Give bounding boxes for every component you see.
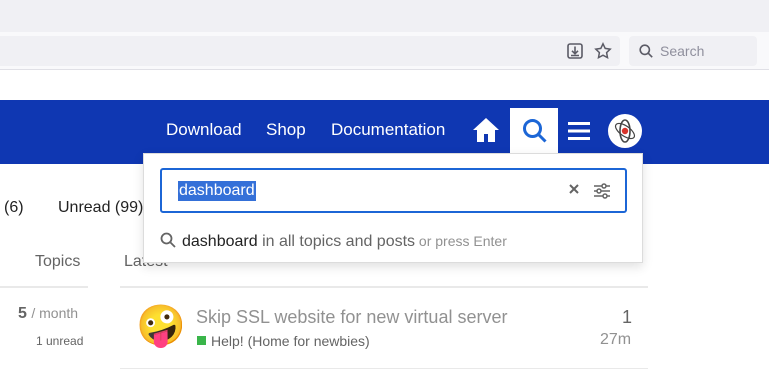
browser-toolbar: Search (0, 32, 769, 70)
topic-author-avatar[interactable]: 🤪 (136, 303, 186, 349)
topics-per-month-count: 5 (18, 305, 27, 322)
divider (120, 368, 648, 369)
search-suggestion[interactable]: dashboard in all topics and posts or pre… (160, 232, 507, 251)
divider (0, 286, 88, 288)
search-icon (160, 232, 176, 248)
category-color-badge (197, 336, 206, 345)
search-query-value: dashboard (178, 181, 256, 201)
topic-title-link[interactable]: Skip SSL website for new virtual server (196, 307, 507, 328)
topic-age[interactable]: 27m (600, 331, 631, 349)
filter-unread[interactable]: Unread (99) (58, 199, 143, 217)
download-icon[interactable] (566, 42, 584, 60)
advanced-search-sliders-icon[interactable] (593, 182, 611, 200)
browser-search-field[interactable]: Search (629, 36, 757, 66)
star-icon[interactable] (594, 42, 612, 60)
nav-documentation[interactable]: Documentation (331, 120, 445, 140)
topic-category-link[interactable]: Help! (Home for newbies) (211, 333, 370, 349)
home-icon[interactable] (472, 117, 500, 148)
topic-replies: 1 (622, 307, 633, 327)
nav-download[interactable]: Download (166, 120, 242, 140)
avatar[interactable] (608, 114, 642, 148)
browser-tab-strip (0, 0, 769, 32)
suggestion-term: dashboard (182, 233, 258, 250)
filter-new-count[interactable]: (6) (4, 199, 24, 217)
divider (120, 286, 648, 288)
browser-search-placeholder: Search (660, 43, 705, 59)
unread-count[interactable]: 1 unread (36, 334, 83, 348)
nav-shop[interactable]: Shop (266, 120, 306, 140)
suggestion-hint: or press Enter (415, 233, 507, 249)
address-bar[interactable] (0, 36, 620, 66)
search-icon (639, 44, 653, 58)
suggestion-context: in all topics and posts (257, 233, 416, 250)
hamburger-menu-icon[interactable] (568, 122, 590, 145)
search-menu: dashboard dashboard in all topics and po… (143, 153, 643, 263)
column-topics: Topics (35, 253, 81, 270)
search-input[interactable]: dashboard (160, 168, 627, 213)
header-search-button[interactable] (510, 108, 558, 154)
close-icon[interactable] (567, 182, 581, 196)
topics-per-month-period: / month (31, 305, 79, 321)
search-icon (523, 119, 547, 143)
avatar-logo-icon (614, 119, 636, 143)
